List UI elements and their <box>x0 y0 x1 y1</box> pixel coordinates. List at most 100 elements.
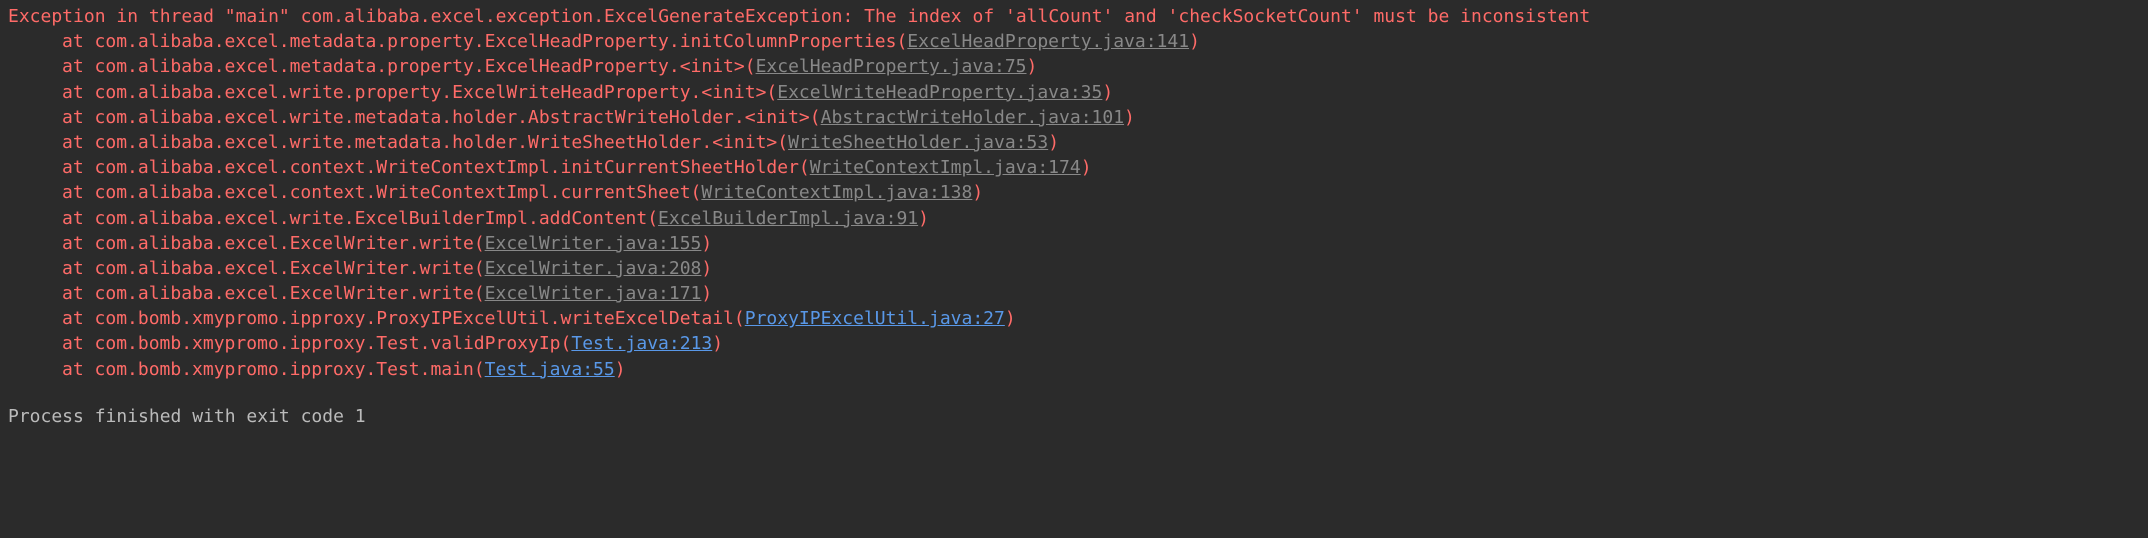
stack-frame-text: at com.alibaba.excel.context.WriteContex… <box>8 155 1092 180</box>
close-paren: ) <box>1027 56 1038 77</box>
method-name: com.alibaba.excel.write.ExcelBuilderImpl… <box>95 208 648 229</box>
source-link[interactable]: ExcelWriteHeadProperty.java:35 <box>777 82 1102 103</box>
stack-frame-text: at com.alibaba.excel.ExcelWriter.write(E… <box>8 256 712 281</box>
close-paren: ) <box>972 182 983 203</box>
close-paren: ) <box>1081 157 1092 178</box>
open-paren: ( <box>647 208 658 229</box>
stack-frame-text: at com.alibaba.excel.metadata.property.E… <box>8 54 1037 79</box>
close-paren: ) <box>1102 82 1113 103</box>
open-paren: ( <box>766 82 777 103</box>
close-paren: ) <box>1189 31 1200 52</box>
stack-frame: at com.alibaba.excel.ExcelWriter.write(E… <box>0 281 2148 306</box>
at-keyword: at <box>62 157 95 178</box>
open-paren: ( <box>810 107 821 128</box>
close-paren: ) <box>615 359 626 380</box>
method-name: com.alibaba.excel.ExcelWriter.write <box>95 258 474 279</box>
close-paren: ) <box>701 233 712 254</box>
at-keyword: at <box>62 258 95 279</box>
at-keyword: at <box>62 359 95 380</box>
stack-frame-text: at com.alibaba.excel.ExcelWriter.write(E… <box>8 231 712 256</box>
stack-frame-text: at com.alibaba.excel.ExcelWriter.write(E… <box>8 281 712 306</box>
stack-frame-text: at com.alibaba.excel.write.property.Exce… <box>8 80 1113 105</box>
close-paren: ) <box>1005 308 1016 329</box>
open-paren: ( <box>474 283 485 304</box>
stack-frame-text: at com.bomb.xmypromo.ipproxy.ProxyIPExce… <box>8 306 1016 331</box>
stack-frame-text: at com.bomb.xmypromo.ipproxy.Test.validP… <box>8 331 723 356</box>
stack-frame-text: at com.alibaba.excel.write.ExcelBuilderI… <box>8 206 929 231</box>
source-link[interactable]: ExcelBuilderImpl.java:91 <box>658 208 918 229</box>
open-paren: ( <box>896 31 907 52</box>
at-keyword: at <box>62 132 95 153</box>
method-name: com.alibaba.excel.write.property.ExcelWr… <box>95 82 767 103</box>
method-name: com.bomb.xmypromo.ipproxy.ProxyIPExcelUt… <box>95 308 734 329</box>
source-link[interactable]: ProxyIPExcelUtil.java:27 <box>745 308 1005 329</box>
method-name: com.alibaba.excel.context.WriteContextIm… <box>95 157 799 178</box>
at-keyword: at <box>62 182 95 203</box>
source-link[interactable]: ExcelHeadProperty.java:75 <box>756 56 1027 77</box>
source-link[interactable]: ExcelWriter.java:155 <box>485 233 702 254</box>
method-name: com.alibaba.excel.ExcelWriter.write <box>95 283 474 304</box>
close-paren: ) <box>701 283 712 304</box>
method-name: com.bomb.xmypromo.ipproxy.Test.main <box>95 359 474 380</box>
open-paren: ( <box>561 333 572 354</box>
source-link[interactable]: WriteContextImpl.java:138 <box>701 182 972 203</box>
stack-frame: at com.alibaba.excel.write.metadata.hold… <box>0 130 2148 155</box>
method-name: com.alibaba.excel.metadata.property.Exce… <box>95 56 745 77</box>
at-keyword: at <box>62 333 95 354</box>
at-keyword: at <box>62 31 95 52</box>
method-name: com.alibaba.excel.write.metadata.holder.… <box>95 132 778 153</box>
stack-frame-text: at com.alibaba.excel.context.WriteContex… <box>8 180 983 205</box>
stack-frame: at com.alibaba.excel.write.ExcelBuilderI… <box>0 206 2148 231</box>
open-paren: ( <box>691 182 702 203</box>
open-paren: ( <box>474 359 485 380</box>
stack-frame: at com.alibaba.excel.ExcelWriter.write(E… <box>0 231 2148 256</box>
open-paren: ( <box>734 308 745 329</box>
method-name: com.alibaba.excel.write.metadata.holder.… <box>95 107 810 128</box>
open-paren: ( <box>777 132 788 153</box>
at-keyword: at <box>62 308 95 329</box>
source-link[interactable]: Test.java:213 <box>571 333 712 354</box>
at-keyword: at <box>62 208 95 229</box>
method-name: com.alibaba.excel.ExcelWriter.write <box>95 233 474 254</box>
source-link[interactable]: ExcelWriter.java:208 <box>485 258 702 279</box>
stack-frame: at com.bomb.xmypromo.ipproxy.Test.validP… <box>0 331 2148 356</box>
stack-frame: at com.alibaba.excel.ExcelWriter.write(E… <box>0 256 2148 281</box>
stack-frame: at com.alibaba.excel.write.metadata.hold… <box>0 105 2148 130</box>
open-paren: ( <box>474 233 485 254</box>
stack-frame-text: at com.alibaba.excel.metadata.property.E… <box>8 29 1200 54</box>
console-output: Exception in thread "main" com.alibaba.e… <box>0 4 2148 429</box>
source-link[interactable]: WriteSheetHolder.java:53 <box>788 132 1048 153</box>
exception-header: Exception in thread "main" com.alibaba.e… <box>0 4 2148 29</box>
open-paren: ( <box>799 157 810 178</box>
at-keyword: at <box>62 107 95 128</box>
stack-frame-text: at com.alibaba.excel.write.metadata.hold… <box>8 105 1135 130</box>
stack-frame-text: at com.alibaba.excel.write.metadata.hold… <box>8 130 1059 155</box>
close-paren: ) <box>1124 107 1135 128</box>
at-keyword: at <box>62 82 95 103</box>
stack-frame: at com.alibaba.excel.write.property.Exce… <box>0 80 2148 105</box>
method-name: com.alibaba.excel.metadata.property.Exce… <box>95 31 897 52</box>
open-paren: ( <box>474 258 485 279</box>
source-link[interactable]: ExcelWriter.java:171 <box>485 283 702 304</box>
stack-trace: at com.alibaba.excel.metadata.property.E… <box>0 29 2148 382</box>
close-paren: ) <box>701 258 712 279</box>
stack-frame: at com.bomb.xmypromo.ipproxy.Test.main(T… <box>0 357 2148 382</box>
source-link[interactable]: Test.java:55 <box>485 359 615 380</box>
at-keyword: at <box>62 283 95 304</box>
stack-frame: at com.alibaba.excel.metadata.property.E… <box>0 54 2148 79</box>
method-name: com.bomb.xmypromo.ipproxy.Test.validProx… <box>95 333 561 354</box>
close-paren: ) <box>1048 132 1059 153</box>
at-keyword: at <box>62 233 95 254</box>
open-paren: ( <box>745 56 756 77</box>
close-paren: ) <box>918 208 929 229</box>
method-name: com.alibaba.excel.context.WriteContextIm… <box>95 182 691 203</box>
source-link[interactable]: AbstractWriteHolder.java:101 <box>821 107 1124 128</box>
at-keyword: at <box>62 56 95 77</box>
stack-frame: at com.alibaba.excel.context.WriteContex… <box>0 180 2148 205</box>
stack-frame: at com.alibaba.excel.metadata.property.E… <box>0 29 2148 54</box>
stack-frame-text: at com.bomb.xmypromo.ipproxy.Test.main(T… <box>8 357 626 382</box>
source-link[interactable]: ExcelHeadProperty.java:141 <box>907 31 1189 52</box>
close-paren: ) <box>712 333 723 354</box>
source-link[interactable]: WriteContextImpl.java:174 <box>810 157 1081 178</box>
process-exit-message: Process finished with exit code 1 <box>0 404 2148 429</box>
